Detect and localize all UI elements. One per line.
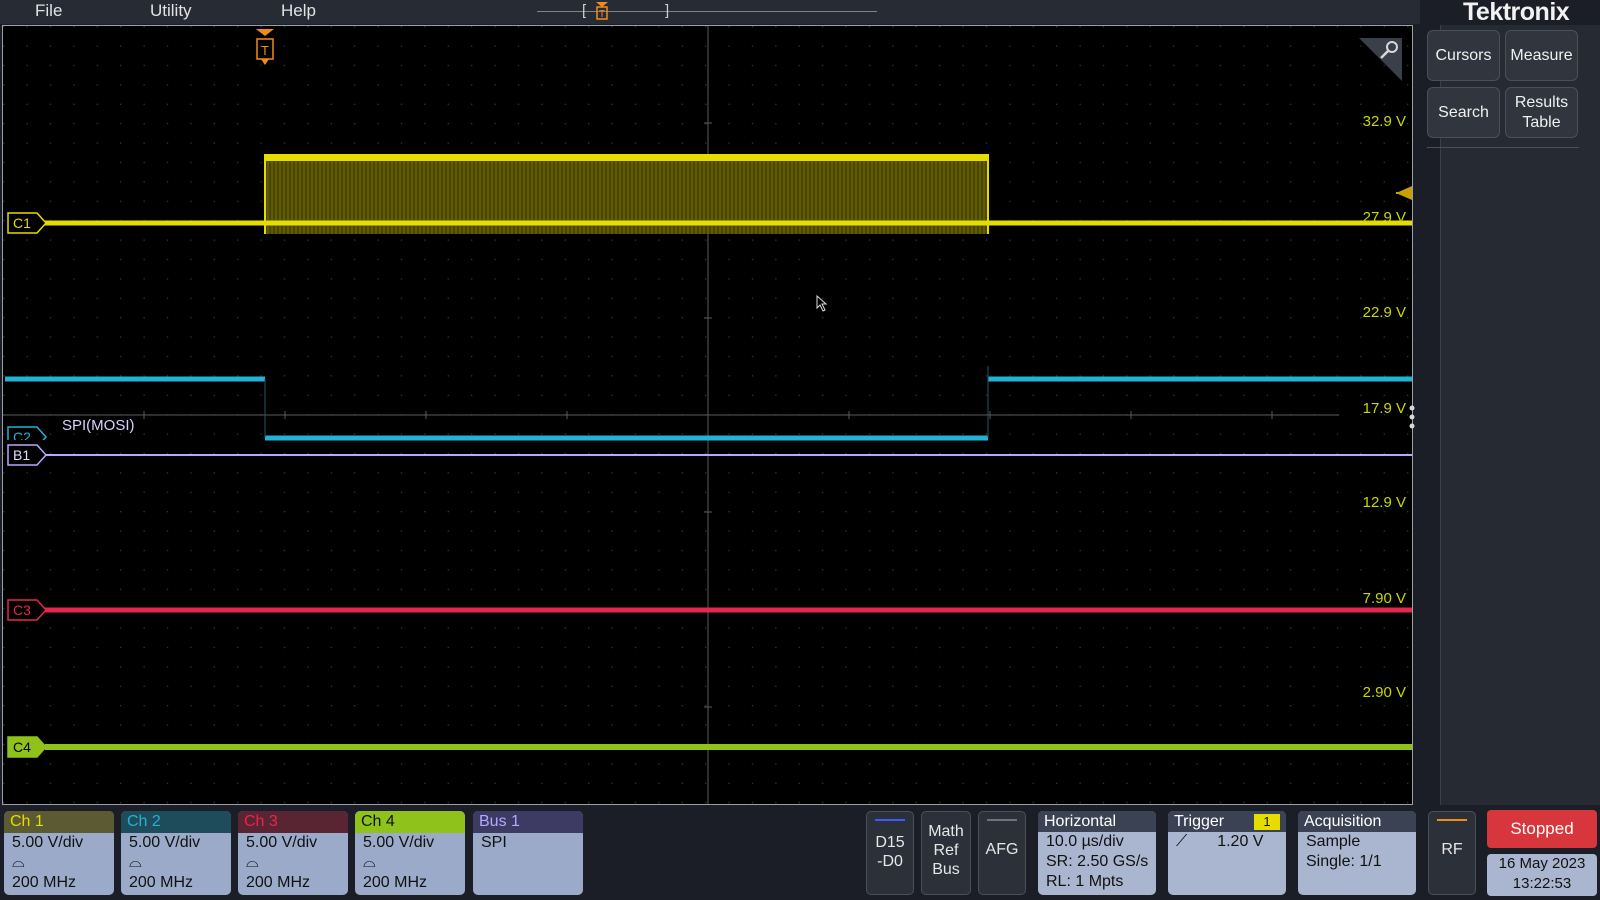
horizontal-badge[interactable]: Horizontal 10.0 µs/div SR: 2.50 GS/s RL:… bbox=[1038, 811, 1156, 895]
ch1-marker[interactable]: C1 bbox=[7, 212, 48, 239]
record-bracket-left: [ bbox=[582, 2, 587, 19]
voltage-label: 22.9 V bbox=[1362, 304, 1406, 321]
menu-utility[interactable]: Utility bbox=[150, 1, 192, 21]
probe-icon: ⌓ bbox=[363, 854, 376, 871]
side-divider bbox=[1427, 147, 1579, 148]
menu-bar: File Utility Help [ ] T bbox=[0, 0, 1420, 24]
voltage-label: 32.9 V bbox=[1362, 113, 1406, 130]
measure-button[interactable]: Measure bbox=[1505, 30, 1578, 81]
digital-channels-button[interactable]: D15 -D0 bbox=[866, 811, 914, 895]
svg-text:C1: C1 bbox=[13, 215, 31, 231]
voltage-label: 12.9 V bbox=[1362, 494, 1406, 511]
svg-text:C3: C3 bbox=[13, 602, 31, 618]
svg-text:B1: B1 bbox=[13, 447, 30, 463]
voltage-label: 2.90 V bbox=[1362, 684, 1406, 701]
date-time-display[interactable]: 16 May 2023 13:22:53 bbox=[1487, 854, 1597, 896]
voltage-label: 17.9 V bbox=[1362, 400, 1406, 417]
rf-button[interactable]: RF bbox=[1428, 811, 1476, 895]
run-stop-button[interactable]: Stopped bbox=[1487, 810, 1597, 848]
probe-icon: ⌓ bbox=[12, 854, 25, 871]
rising-edge-icon: ⟋ bbox=[1176, 833, 1188, 850]
svg-text:T: T bbox=[599, 9, 605, 20]
acquisition-badge[interactable]: Acquisition Sample Single: 1/1 bbox=[1298, 811, 1416, 895]
timeline-trigger-icon: T bbox=[596, 2, 608, 20]
ch2-marker[interactable]: C2 bbox=[7, 426, 47, 440]
math-ref-bus-button[interactable]: Math Ref Bus bbox=[921, 811, 971, 895]
svg-text:T: T bbox=[261, 43, 269, 58]
bus1-badge[interactable]: Bus 1 SPI bbox=[473, 811, 583, 895]
voltage-label: 7.90 V bbox=[1362, 590, 1406, 607]
probe-icon: ⌓ bbox=[246, 854, 259, 871]
trigger-badge[interactable]: Trigger 1 ⟋ 1.20 V bbox=[1168, 811, 1286, 895]
ch3-marker[interactable]: C3 bbox=[7, 599, 48, 626]
ch2-badge[interactable]: Ch 2 5.00 V/div ⌓ 200 MHz bbox=[121, 811, 231, 895]
ch4-marker[interactable]: C4 bbox=[7, 736, 48, 763]
svg-text:C4: C4 bbox=[13, 739, 31, 755]
voltage-label: 27.9 V bbox=[1362, 209, 1406, 226]
trigger-source-indicator: 1 bbox=[1254, 814, 1280, 830]
waveform-graticule: T bbox=[3, 26, 1412, 804]
ch3-badge[interactable]: Ch 3 5.00 V/div ⌓ 200 MHz bbox=[238, 811, 348, 895]
record-bracket-right: ] bbox=[665, 2, 670, 19]
ch1-badge[interactable]: Ch 1 5.00 V/div ⌓ 200 MHz bbox=[4, 811, 114, 895]
settings-bar: Ch 1 5.00 V/div ⌓ 200 MHz Ch 2 5.00 V/di… bbox=[0, 805, 1600, 900]
svg-text:C2: C2 bbox=[13, 429, 31, 440]
bus-trace-label: SPI(MOSI) bbox=[62, 417, 135, 434]
cursors-button[interactable]: Cursors bbox=[1427, 30, 1500, 81]
tektronix-logo: Tektronix bbox=[1463, 0, 1570, 26]
menu-file[interactable]: File bbox=[35, 1, 62, 21]
ch4-badge[interactable]: Ch 4 5.00 V/div ⌓ 200 MHz bbox=[355, 811, 465, 895]
results-side-panel: Cursors Measure Search Results Table bbox=[1427, 25, 1600, 805]
panel-handle-icon[interactable] bbox=[1408, 404, 1416, 434]
afg-button[interactable]: AFG bbox=[978, 811, 1026, 895]
probe-icon: ⌓ bbox=[129, 854, 142, 871]
menu-help[interactable]: Help bbox=[281, 1, 316, 21]
record-timeline[interactable] bbox=[537, 11, 877, 12]
search-button[interactable]: Search bbox=[1427, 87, 1500, 138]
waveform-display[interactable]: T C1 C2 B1 C3 C4 SPI(MOSI) 32.9 V 27.9 V… bbox=[2, 25, 1416, 805]
bus1-marker[interactable]: B1 bbox=[7, 444, 48, 471]
results-table-button[interactable]: Results Table bbox=[1505, 87, 1578, 138]
